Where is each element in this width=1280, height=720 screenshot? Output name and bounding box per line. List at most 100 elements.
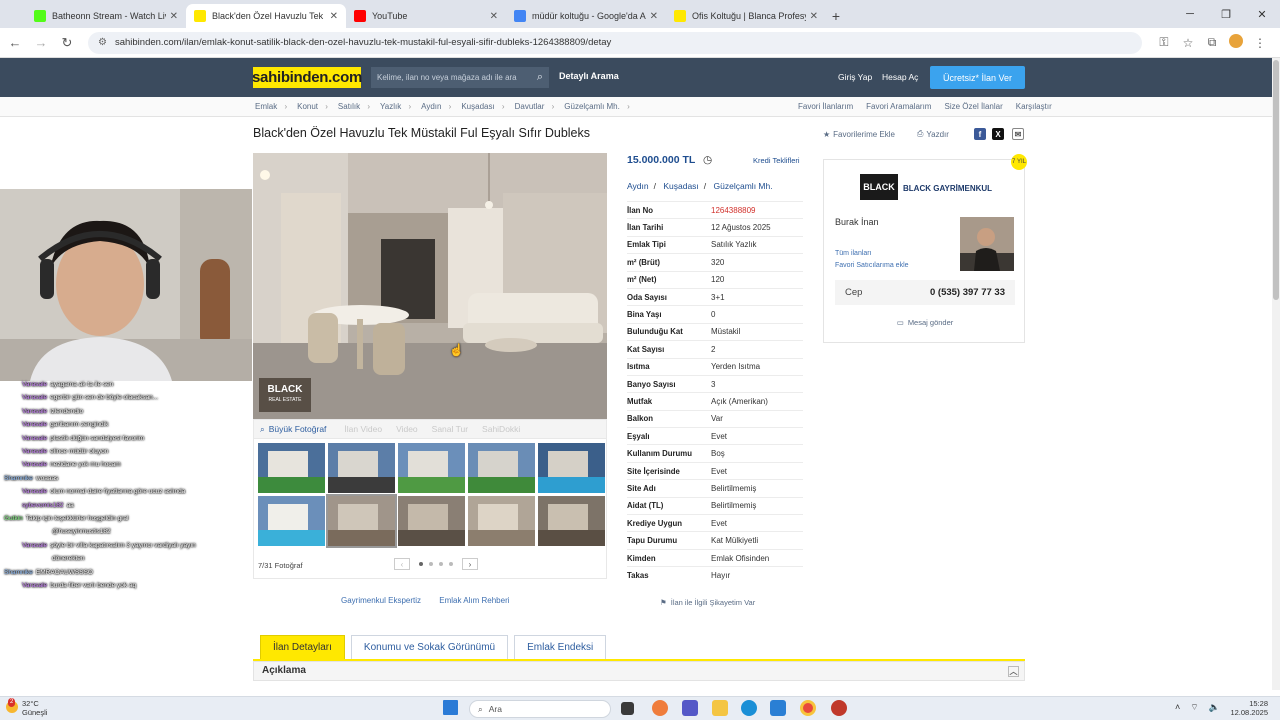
page-dot[interactable] (439, 562, 443, 566)
teams-icon[interactable] (682, 700, 698, 716)
favorite-seller-link[interactable]: Favori Satıcılarıma ekle (835, 262, 909, 269)
breadcrumb-item[interactable]: Satılık (338, 102, 370, 111)
search-input[interactable]: Kelime, ilan no veya mağaza adı ile ara … (371, 67, 549, 88)
restore-icon[interactable]: ❐ (1208, 0, 1244, 28)
price-history-icon[interactable]: ◷ (703, 154, 712, 166)
bookmark-star-icon[interactable]: ☆ (1176, 36, 1200, 50)
wifi-icon[interactable]: ⌔ (1190, 702, 1198, 713)
tab-location[interactable]: Konumu ve Sokak Görünümü (350, 635, 509, 659)
tab-close-icon[interactable]: ✕ (650, 11, 658, 22)
scrollbar-thumb[interactable] (1273, 60, 1279, 300)
minimize-icon[interactable]: ─ (1172, 0, 1208, 28)
print-button[interactable]: ⎙ Yazdır (917, 129, 949, 139)
x-icon[interactable]: X (992, 128, 1004, 140)
browser-tab[interactable]: YouTube ✕ (346, 4, 506, 28)
close-window-icon[interactable]: ✕ (1244, 0, 1280, 28)
photo-thumbnail[interactable] (468, 443, 535, 493)
app-icon[interactable] (831, 700, 847, 716)
next-page-button[interactable]: › (462, 558, 478, 570)
url-input[interactable]: ⚙ sahibinden.com/ilan/emlak-konut-satili… (88, 31, 1142, 54)
login-link[interactable]: Giriş Yap (838, 72, 872, 82)
post-ad-button[interactable]: Ücretsiz* İlan Ver (930, 66, 1025, 89)
header-quick-link[interactable]: Favori İlanlarım (798, 102, 853, 111)
volume-icon[interactable]: 🔈 (1209, 702, 1220, 713)
breadcrumb-item[interactable]: Emlak (255, 102, 287, 111)
photo-thumbnail[interactable] (326, 494, 397, 548)
photo-thumbnail[interactable] (398, 443, 465, 493)
task-view-icon[interactable] (621, 702, 634, 715)
extensions-icon[interactable]: ⧉ (1200, 35, 1224, 50)
photo-thumbnail[interactable] (328, 443, 395, 493)
tab-listing-details[interactable]: İlan Detayları (260, 635, 345, 659)
tab-property-index[interactable]: Emlak Endeksi (514, 635, 607, 659)
photo-thumbnail[interactable] (398, 496, 465, 546)
main-photo[interactable]: BLACK REAL ESTATE ☝ (253, 153, 607, 419)
clock[interactable]: 15:28 12.08.2025 (1230, 699, 1268, 717)
site-info-icon[interactable]: ⚙ (98, 37, 107, 48)
new-tab-icon[interactable]: + (826, 4, 846, 28)
browser-tab[interactable]: Batheonn Stream - Watch Live ✕ (26, 4, 186, 28)
forward-icon[interactable]: → (30, 32, 52, 54)
page-scrollbar[interactable] (1272, 58, 1280, 690)
copilot-icon[interactable] (652, 700, 668, 716)
photo-thumbnail[interactable] (258, 443, 325, 493)
edge-icon[interactable] (741, 700, 757, 716)
breadcrumb-item[interactable]: Güzelçamlı Mh. (564, 102, 629, 111)
chrome-icon[interactable] (800, 700, 816, 716)
browser-tab[interactable]: Black'den Özel Havuzlu Tek Mü ✕ (186, 4, 346, 28)
description-header[interactable]: Açıklama ︿ (253, 661, 1025, 681)
browser-tab[interactable]: müdür koltuğu - Google'da Ara ✕ (506, 4, 666, 28)
page-dot[interactable] (449, 562, 453, 566)
breadcrumb-item[interactable]: Kuşadası (461, 102, 504, 111)
location-neighborhood[interactable]: Güzelçamlı Mh. (714, 181, 773, 191)
credit-offers-link[interactable]: Kredi Teklifleri (753, 156, 800, 165)
photo-thumbnail[interactable] (538, 443, 605, 493)
location-city[interactable]: Aydın (627, 181, 649, 191)
breadcrumb-item[interactable]: Yazlık (380, 102, 411, 111)
tab-close-icon[interactable]: ✕ (810, 11, 818, 22)
site-logo[interactable]: sahibinden.com (252, 67, 362, 88)
register-link[interactable]: Hesap Aç (882, 72, 918, 82)
search-icon[interactable]: ⌕ (537, 71, 543, 84)
seller-logo[interactable]: BLACK (860, 174, 898, 200)
back-icon[interactable]: ← (4, 32, 26, 54)
add-favorite-button[interactable]: ★ Favorilerime Ekle (823, 130, 895, 139)
taskbar-search[interactable]: ⌕ Ara (469, 700, 611, 718)
chevron-up-icon[interactable]: ︿ (1008, 666, 1019, 677)
facebook-icon[interactable]: f (974, 128, 986, 140)
tab-close-icon[interactable]: ✕ (170, 11, 178, 22)
send-message-button[interactable]: ▭ Mesaj gönder (824, 318, 1026, 327)
location-district[interactable]: Kuşadası (663, 181, 698, 191)
file-explorer-icon[interactable] (712, 700, 728, 716)
weather-widget[interactable]: 2 32°C Güneşli (6, 698, 47, 717)
detailed-search-link[interactable]: Detaylı Arama (559, 71, 619, 81)
report-listing-link[interactable]: ⚑ İlan ile İlgili Şikayetim Var (660, 598, 755, 607)
mail-icon[interactable]: ✉ (1012, 128, 1024, 140)
all-listings-link[interactable]: Tüm ilanları (835, 250, 872, 257)
header-quick-link[interactable]: Favori Aramalarım (866, 102, 931, 111)
menu-dots-icon[interactable]: ⋮ (1248, 36, 1272, 50)
seller-company[interactable]: BLACK GAYRİMENKUL (903, 184, 992, 193)
prev-page-button[interactable]: ‹ (394, 558, 410, 570)
header-quick-link[interactable]: Karşılaştır (1016, 102, 1052, 111)
expertise-link[interactable]: Gayrimenkul Ekspertiz (341, 596, 421, 605)
photo-thumbnail[interactable] (468, 496, 535, 546)
reload-icon[interactable]: ↻ (56, 32, 78, 54)
breadcrumb-item[interactable]: Konut (297, 102, 328, 111)
photo-thumbnail[interactable] (258, 496, 325, 546)
page-dot[interactable] (419, 562, 423, 566)
chevron-up-icon[interactable]: ˄ (1175, 702, 1180, 713)
windows-start-icon[interactable] (443, 700, 458, 715)
store-icon[interactable] (770, 700, 786, 716)
buying-guide-link[interactable]: Emlak Alım Rehberi (439, 596, 509, 605)
phone-number[interactable]: 0 (535) 397 77 33 (930, 287, 1005, 298)
profile-avatar[interactable] (1224, 34, 1248, 51)
photo-thumbnail[interactable] (538, 496, 605, 546)
large-photo-button[interactable]: ⌕ Büyük Fotoğraf (260, 424, 326, 435)
tab-close-icon[interactable]: ✕ (330, 11, 338, 22)
breadcrumb-item[interactable]: Aydın (421, 102, 451, 111)
phone-box[interactable]: Cep 0 (535) 397 77 33 (835, 280, 1015, 305)
tab-close-icon[interactable]: ✕ (490, 11, 498, 22)
browser-tab[interactable]: Ofis Koltuğu | Blanca Profesyon ✕ (666, 4, 826, 28)
header-quick-link[interactable]: Size Özel İlanlar (944, 102, 1002, 111)
